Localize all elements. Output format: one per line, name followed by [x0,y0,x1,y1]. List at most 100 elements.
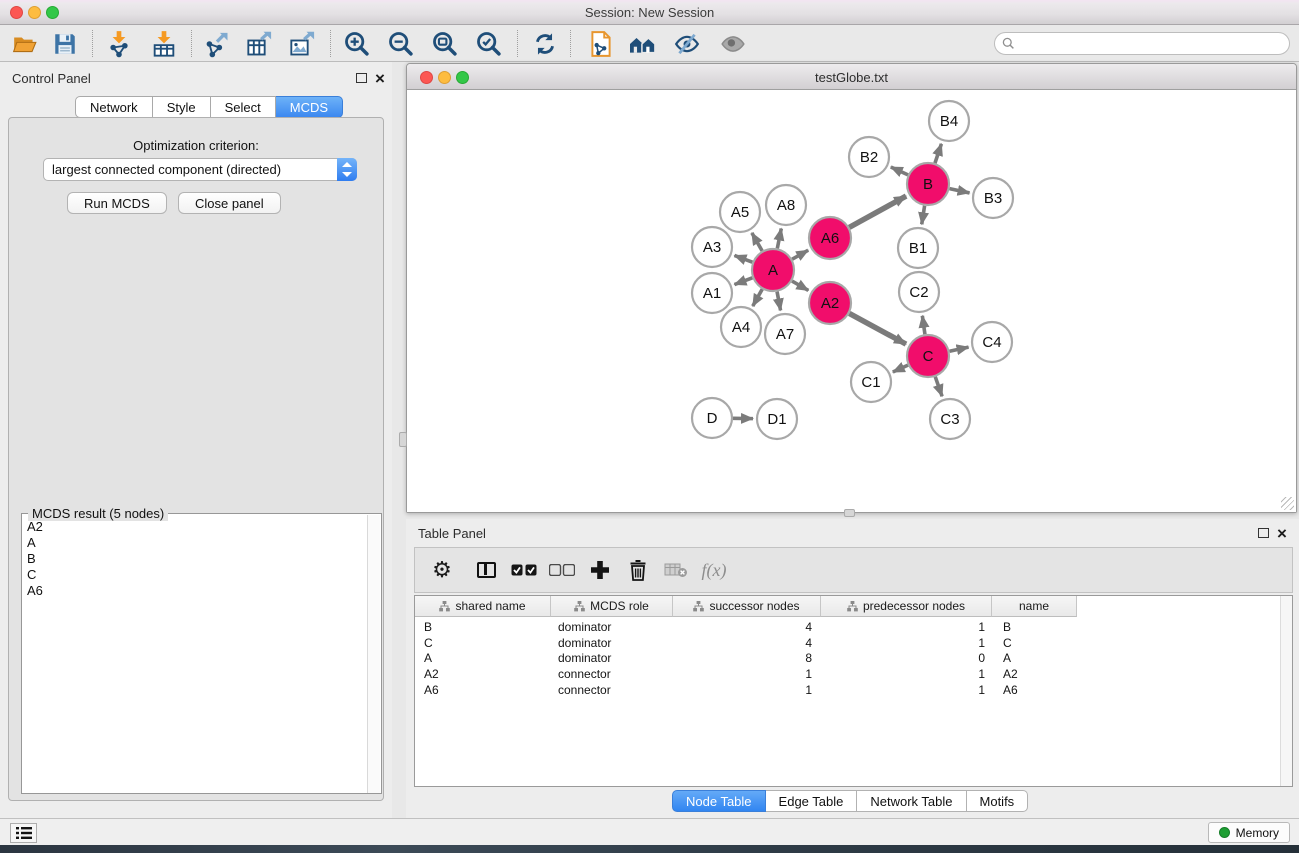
table-row[interactable]: Cdominator41C [415,635,1275,651]
graph-node-A8[interactable]: A8 [766,185,806,225]
mcds-result-item[interactable]: B [23,550,367,566]
graph-node-D[interactable]: D [692,398,732,438]
table-close-icon[interactable]: × [1277,529,1287,539]
table-row[interactable]: A2connector11A2 [415,666,1275,682]
graph-node-B3[interactable]: B3 [973,178,1013,218]
graph-node-B2[interactable]: B2 [849,137,889,177]
tab-network-table[interactable]: Network Table [857,790,966,812]
mcds-result-item[interactable]: C [23,566,367,582]
column-header[interactable]: name [992,596,1077,617]
search-input[interactable] [1019,37,1269,51]
optimization-criterion-dropdown[interactable]: largest connected component (directed) [43,158,357,181]
network-graph[interactable]: B4B2BB3A5A8A6A3B1AA1C2A2A4A7C4CC1C3DD1 [407,90,1296,512]
zoom-out-button[interactable] [384,28,418,59]
create-column-button[interactable] [581,551,619,589]
zoom-fit-button[interactable] [428,28,462,59]
import-table-button[interactable] [147,28,181,59]
import-network-button[interactable] [102,28,136,59]
tab-style[interactable]: Style [153,96,211,118]
table-options-button[interactable]: ⚙ [423,551,461,589]
apply-layout-button[interactable] [528,28,562,59]
column-header[interactable]: shared name [415,596,551,617]
graph-edge-A-A4[interactable] [753,289,762,306]
graph-edge-A2-C[interactable] [849,313,906,344]
graph-node-A[interactable]: A [752,249,794,291]
graph-edge-C-C1[interactable] [893,365,908,372]
graph-node-A3[interactable]: A3 [692,227,732,267]
graph-node-A4[interactable]: A4 [721,307,761,347]
save-session-button[interactable] [48,28,82,59]
column-header[interactable]: successor nodes [673,596,821,617]
export-table-button[interactable] [243,28,277,59]
table-row[interactable]: Bdominator41B [415,619,1275,635]
unselect-all-columns-button[interactable] [543,551,581,589]
delete-column-button[interactable] [619,551,657,589]
show-panel-button[interactable] [716,28,750,59]
tab-select[interactable]: Select [211,96,276,118]
show-columns-button[interactable] [467,551,505,589]
run-mcds-button[interactable]: Run MCDS [67,192,167,214]
graph-node-A1[interactable]: A1 [692,273,732,313]
graph-edge-A-A6[interactable] [792,250,808,259]
home-view-button[interactable] [626,28,660,59]
graph-node-D1[interactable]: D1 [757,399,797,439]
mcds-result-item[interactable]: A6 [23,582,367,598]
graph-node-A6[interactable]: A6 [809,217,851,259]
graph-node-A7[interactable]: A7 [765,314,805,354]
network-window-titlebar[interactable]: testGlobe.txt [407,64,1296,90]
column-header[interactable]: predecessor nodes [821,596,992,617]
search-field[interactable] [994,32,1290,55]
graph-node-C3[interactable]: C3 [930,399,970,439]
float-panel-icon[interactable] [356,73,367,83]
graph-node-C1[interactable]: C1 [851,362,891,402]
tab-edge-table[interactable]: Edge Table [766,790,858,812]
export-network-button[interactable] [200,28,234,59]
memory-button[interactable]: Memory [1208,822,1290,843]
tab-motifs[interactable]: Motifs [967,790,1029,812]
graph-node-C2[interactable]: C2 [899,272,939,312]
mcds-result-item[interactable]: A2 [23,518,367,534]
select-all-columns-button[interactable] [505,551,543,589]
table-row[interactable]: A6connector11A6 [415,682,1275,698]
open-session-button[interactable] [8,28,42,59]
close-panel-icon[interactable]: × [375,74,385,84]
graph-edge-A-A8[interactable] [777,229,781,249]
graph-edge-A-A5[interactable] [752,233,762,251]
hide-panel-button[interactable] [670,28,704,59]
graph-node-A5[interactable]: A5 [720,192,760,232]
graph-node-B[interactable]: B [907,163,949,205]
graph-node-C4[interactable]: C4 [972,322,1012,362]
mcds-scrollbar[interactable] [367,515,380,793]
graph-node-C[interactable]: C [907,335,949,377]
resize-grip-icon[interactable] [1281,497,1294,510]
graph-edge-B-B2[interactable] [891,167,908,175]
graph-edge-C-C2[interactable] [922,316,925,334]
show-log-button[interactable] [10,823,37,843]
graph-edge-A-A3[interactable] [734,255,752,262]
column-header[interactable]: MCDS role [551,596,673,617]
tab-network[interactable]: Network [75,96,153,118]
graph-edge-C-C4[interactable] [949,347,968,351]
splitter-grip-bottom[interactable] [844,509,855,517]
graph-edge-A6-B[interactable] [849,196,906,227]
delete-table-button[interactable] [657,551,695,589]
network-from-file-button[interactable] [584,28,618,59]
graph-edge-B-B4[interactable] [935,144,941,163]
export-image-button[interactable] [286,28,320,59]
zoom-in-button[interactable] [340,28,374,59]
tab-mcds[interactable]: MCDS [276,96,343,118]
table-float-icon[interactable] [1258,528,1269,538]
table-scrollbar[interactable] [1280,596,1292,786]
mcds-result-list[interactable]: A2ABCA6 [23,518,367,598]
graph-edge-B-B3[interactable] [950,189,970,193]
graph-edge-B-B1[interactable] [922,206,925,225]
splitter-grip-left[interactable] [399,432,407,447]
mcds-result-item[interactable]: A [23,534,367,550]
graph-node-B4[interactable]: B4 [929,101,969,141]
graph-node-B1[interactable]: B1 [898,228,938,268]
function-builder-button[interactable]: f(x) [695,551,733,589]
graph-edge-A-A1[interactable] [734,278,752,285]
zoom-selected-button[interactable] [472,28,506,59]
graph-edge-C-C3[interactable] [935,377,942,397]
graph-edge-A-A2[interactable] [792,281,808,290]
